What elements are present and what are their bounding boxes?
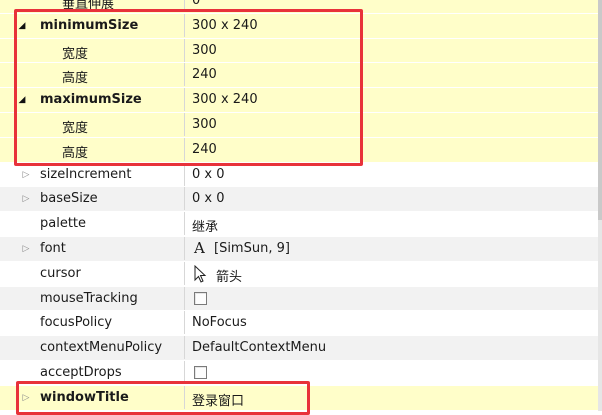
property-value: 0 xyxy=(192,0,201,8)
property-name: 宽度 xyxy=(62,46,89,62)
property-row[interactable]: 宽度 300 xyxy=(0,113,602,138)
property-name: 高度 xyxy=(62,71,89,87)
property-row[interactable]: focusPolicy NoFocus xyxy=(0,311,602,337)
property-name-cell: ◢ maximumSize xyxy=(0,88,185,112)
property-row[interactable]: ▷ windowTitle 登录窗口 xyxy=(0,385,602,411)
property-value: 300 xyxy=(192,42,217,58)
property-name: windowTitle xyxy=(40,389,129,405)
property-name-cell: cursor xyxy=(0,261,185,285)
property-name: palette xyxy=(40,216,87,232)
property-value-cell[interactable]: A [SimSun, 9] xyxy=(186,237,602,260)
property-value: 继承 xyxy=(192,220,219,236)
property-name-cell: acceptDrops xyxy=(0,361,185,384)
property-value-cell[interactable]: 300 xyxy=(186,39,602,62)
property-name-cell: 宽度 xyxy=(0,38,185,62)
property-value: NoFocus xyxy=(192,315,247,331)
property-value: 箭头 xyxy=(216,269,243,285)
property-row[interactable]: 高度 240 xyxy=(0,137,602,163)
property-row[interactable]: contextMenuPolicy DefaultContextMenu xyxy=(0,336,602,361)
scrollbar-thumb[interactable] xyxy=(598,0,602,220)
property-name-cell: ▷ sizeIncrement xyxy=(0,162,185,186)
property-value-cell[interactable]: 300 x 240 xyxy=(186,14,602,37)
property-name-cell: ▷ baseSize xyxy=(0,187,185,211)
font-icon: A xyxy=(194,239,205,257)
property-name-cell: 宽度 xyxy=(0,113,185,136)
property-name: font xyxy=(40,241,66,256)
checkbox[interactable] xyxy=(194,291,207,305)
property-name-cell: focusPolicy xyxy=(0,311,185,335)
expand-right-icon[interactable]: ▷ xyxy=(20,193,32,205)
property-row[interactable]: ◢ minimumSize 300 x 240 xyxy=(0,13,602,39)
property-row[interactable]: ◢ maximumSize 300 x 240 xyxy=(0,88,602,113)
property-value-cell[interactable] xyxy=(186,287,602,310)
expand-down-icon[interactable]: ◢ xyxy=(16,20,28,32)
property-value-cell[interactable]: DefaultContextMenu xyxy=(186,336,602,359)
property-name: sizeIncrement xyxy=(40,166,132,182)
property-name-cell: ▷ windowTitle xyxy=(0,385,185,409)
cursor-arrow-icon xyxy=(194,264,207,283)
property-row[interactable]: ▷ sizeIncrement 0 x 0 xyxy=(0,162,602,188)
property-value: 0 x 0 xyxy=(192,166,225,182)
property-value: 登录窗口 xyxy=(192,393,245,409)
property-row[interactable]: 宽度 300 xyxy=(0,38,602,64)
property-value-cell[interactable]: 300 x 240 xyxy=(186,88,602,111)
property-name: 宽度 xyxy=(62,121,89,136)
property-name-cell: ◢ minimumSize xyxy=(0,13,185,37)
property-name-cell: mouseTracking xyxy=(0,286,185,310)
property-value: 240 xyxy=(192,67,217,83)
property-row[interactable]: ▷ font A [SimSun, 9] xyxy=(0,237,602,262)
property-value-cell[interactable]: 0 x 0 xyxy=(186,163,602,186)
property-name: acceptDrops xyxy=(40,365,122,380)
property-value-cell[interactable]: 240 xyxy=(186,138,602,161)
expand-down-icon[interactable]: ◢ xyxy=(16,94,28,106)
property-value: DefaultContextMenu xyxy=(192,340,327,356)
property-value-cell[interactable]: 箭头 xyxy=(186,262,602,285)
vertical-scrollbar[interactable] xyxy=(598,0,602,411)
property-row[interactable]: 垂直伸展 0 xyxy=(0,0,602,14)
property-value-cell[interactable]: 登录窗口 xyxy=(186,386,602,409)
property-name: mouseTracking xyxy=(40,290,138,306)
property-name-cell: 垂直伸展 xyxy=(0,0,185,12)
property-name: cursor xyxy=(40,265,81,281)
property-value-cell[interactable]: 0 xyxy=(186,0,602,12)
property-row[interactable]: mouseTracking xyxy=(0,286,602,312)
property-value-cell[interactable]: 0 x 0 xyxy=(186,187,602,210)
property-name-cell: palette xyxy=(0,212,185,236)
property-value-cell[interactable]: NoFocus xyxy=(186,311,602,334)
property-name: minimumSize xyxy=(40,17,139,33)
expand-right-icon[interactable]: ▷ xyxy=(20,169,32,181)
property-row[interactable]: palette 继承 xyxy=(0,212,602,237)
property-value: [SimSun, 9] xyxy=(214,241,290,256)
property-name: 高度 xyxy=(62,145,89,161)
property-name-cell: ▷ font xyxy=(0,237,185,260)
property-value: 300 xyxy=(192,117,217,132)
expand-right-icon[interactable]: ▷ xyxy=(20,392,32,404)
property-value-cell[interactable]: 240 xyxy=(186,63,602,86)
property-name-cell: 高度 xyxy=(0,63,185,87)
property-name: baseSize xyxy=(40,191,98,207)
expand-right-icon[interactable]: ▷ xyxy=(20,243,32,255)
property-name: 垂直伸展 xyxy=(62,0,115,12)
property-name: maximumSize xyxy=(40,92,142,108)
property-value-cell[interactable] xyxy=(186,361,602,384)
property-name: contextMenuPolicy xyxy=(40,340,163,356)
property-row[interactable]: acceptDrops xyxy=(0,361,602,386)
property-value-cell[interactable]: 继承 xyxy=(186,212,602,235)
checkbox[interactable] xyxy=(194,366,207,379)
property-value: 240 xyxy=(192,141,217,157)
property-name-cell: contextMenuPolicy xyxy=(0,336,185,360)
property-name-cell: 高度 xyxy=(0,137,185,161)
property-value-cell[interactable]: 300 xyxy=(186,113,602,136)
property-value: 300 x 240 xyxy=(192,17,258,33)
property-row[interactable]: ▷ baseSize 0 x 0 xyxy=(0,187,602,213)
property-row[interactable]: cursor 箭头 xyxy=(0,261,602,287)
property-row[interactable]: 高度 240 xyxy=(0,63,602,89)
property-editor: ▷ windowTitle 登录窗口 acceptDrops contextMenuPo… xyxy=(0,0,602,415)
property-name: focusPolicy xyxy=(40,315,113,331)
property-value: 0 x 0 xyxy=(192,191,225,207)
property-value: 300 x 240 xyxy=(192,92,258,108)
